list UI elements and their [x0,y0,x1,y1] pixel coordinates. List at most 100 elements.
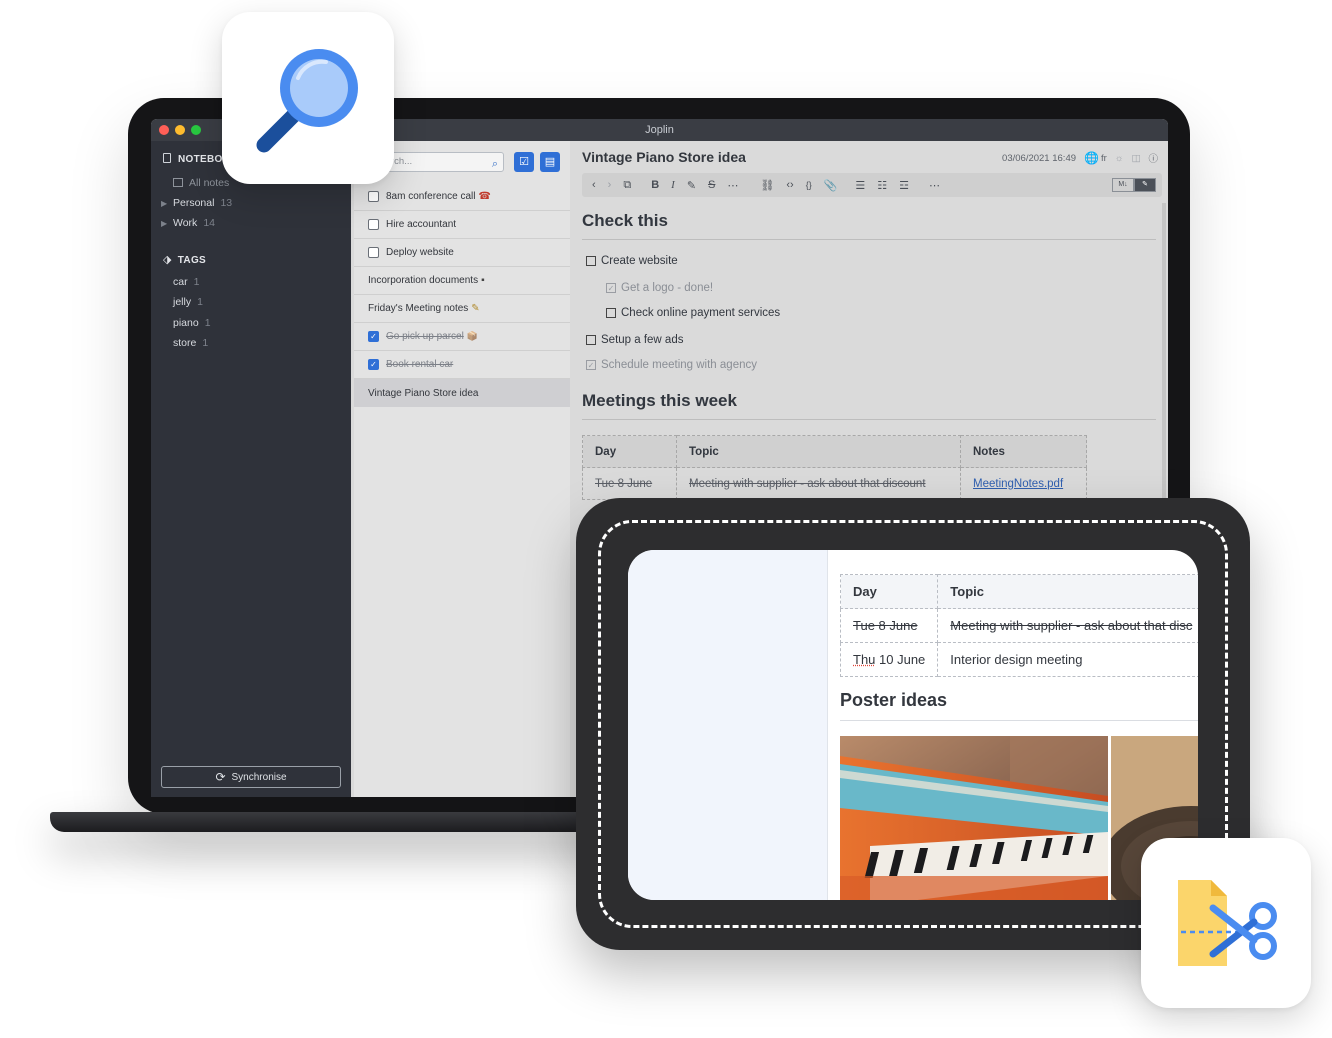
list-item-selected[interactable]: Vintage Piano Store idea [354,379,570,407]
new-todo-button[interactable]: ☑ [514,152,534,172]
tag-label: piano [173,317,199,329]
note-title: Go pick up parcel [386,331,464,342]
note-icon: ▤ [544,156,556,168]
alarm-icon[interactable]: ☼ [1115,153,1124,164]
todo-checkbox-checked[interactable]: ✓ [368,331,379,342]
checklist-icon[interactable]: ☲ [899,179,909,192]
highlight-icon[interactable]: ✎ [687,179,696,192]
code-icon[interactable]: ‹› [786,179,793,191]
web-clipper-scissors-icon [1178,880,1277,966]
task-checkbox-checked[interactable]: ✓ [586,360,596,370]
task-label: Setup a few ads [601,334,684,346]
note-title: Book rental car [386,359,454,370]
attachment-link[interactable]: MeetingNotes.pdf [973,478,1063,490]
table-header: Topic [676,435,961,468]
notebooks-header[interactable]: NOTEBO [163,153,223,165]
todo-checkbox[interactable] [368,247,379,258]
table-cell: Meeting with supplier - ask about that d… [676,467,961,500]
list-item[interactable]: ✓ Book rental car [354,351,570,379]
sidebar-item-tag-store[interactable]: store 1 [173,337,208,349]
edit-icon: ✎ [1142,181,1148,188]
layout-icon[interactable]: ◫ [1132,153,1141,164]
task-label: Get a logo - done! [621,282,714,294]
task-item[interactable]: Check online payment services [606,307,780,319]
notebook-count: 13 [220,197,233,209]
notebooks-header-label: NOTEBO [178,154,223,165]
todo-checkbox[interactable] [368,191,379,202]
chevron-right-icon[interactable]: ▶ [161,219,167,228]
markdown-toggle[interactable]: M↓ [1112,178,1134,192]
list-item[interactable]: Incorporation documents ▪ [354,267,570,295]
table-cell: Tue 8 June [839,608,939,643]
pencil-icon: ✎ [471,303,480,314]
list-item[interactable]: ✓ Go pick up parcel 📦 [354,323,570,351]
piano-photo [840,736,1108,900]
close-window-button[interactable] [159,125,169,135]
task-item[interactable]: Create website [586,255,678,267]
heading-poster-ideas: Poster ideas [840,690,948,710]
task-item[interactable]: Setup a few ads [586,334,683,346]
list-item[interactable]: Hire accountant [354,211,570,239]
more-icon[interactable]: ⋯ [727,179,738,192]
list-item[interactable]: Deploy website [354,239,570,267]
tag-label: jelly [173,296,192,308]
italic-icon[interactable]: I [671,179,675,191]
numbered-list-icon[interactable]: ☷ [877,179,887,192]
sidebar-item-tag-piano[interactable]: piano 1 [173,317,211,329]
search-icon[interactable]: ⌕ [492,155,498,173]
bold-icon[interactable]: B [651,179,659,191]
sidebar-item-all-notes[interactable]: All notes [173,177,229,189]
sidebar-item-work[interactable]: Work 14 [173,217,215,229]
chevron-right-icon[interactable]: ▶ [161,199,167,208]
table-header-row: Day Topic Notes [582,435,1087,468]
list-item[interactable]: 8am conference call ☎ [354,183,570,211]
task-checkbox[interactable] [606,308,616,318]
sidebar-item-tag-car[interactable]: car 1 [173,276,199,288]
note-title: Incorporation documents [368,275,479,286]
task-checkbox-checked[interactable]: ✓ [606,283,616,293]
todo-checkbox[interactable] [368,219,379,230]
zoom-window-button[interactable] [191,125,201,135]
note-title[interactable]: Vintage Piano Store idea [582,149,746,165]
list-item[interactable]: Friday's Meeting notes ✎ [354,295,570,323]
table-row: Thu 10 June Interior design meeting [839,642,1198,677]
notebook-label: Personal [173,197,215,209]
attachment-icon[interactable]: 📎 [824,179,838,192]
globe-icon[interactable]: 🌐 [1084,151,1099,165]
language-label[interactable]: fr [1101,153,1107,164]
link-icon[interactable]: ⛓ [760,179,774,192]
task-checkbox[interactable] [586,335,596,345]
code-block-icon[interactable]: {} [806,180,812,190]
task-item[interactable]: ✓ Schedule meeting with agency [586,359,757,371]
heading-check-this: Check this [582,211,668,230]
more-icon[interactable]: ⋯ [929,179,940,192]
table-row: Tue 8 June Meeting with supplier - ask a… [582,467,1087,500]
tag-count: 1 [193,276,200,288]
heading-meetings: Meetings this week [582,391,737,410]
synchronise-label: Synchronise [231,771,287,783]
sidebar-item-tag-jelly[interactable]: jelly 1 [173,296,203,308]
strikethrough-icon[interactable]: S [708,179,715,191]
table-cell: Interior design meeting [937,642,1198,677]
task-checkbox[interactable] [586,256,596,266]
sync-icon: ⟳ [215,770,226,784]
todo-checkbox-checked[interactable]: ✓ [368,359,379,370]
synchronise-button[interactable]: ⟳ Synchronise [161,766,341,788]
bullet-list-icon[interactable]: ☰ [855,179,865,192]
tag-count: 1 [204,317,211,329]
info-icon[interactable]: ⓘ [1148,151,1158,165]
note-title: 8am conference call [386,191,476,202]
tags-header[interactable]: ⬗ TAGS [163,253,206,266]
day-word: Thu [853,652,876,667]
external-edit-icon[interactable]: ⧉ [623,179,631,192]
divider [582,419,1156,420]
new-note-button[interactable]: ▤ [540,152,560,172]
sidebar-item-personal[interactable]: Personal 13 [173,197,232,209]
piano-image [840,736,1108,900]
minimize-window-button[interactable] [175,125,185,135]
forward-icon[interactable]: › [608,179,612,191]
task-item[interactable]: ✓ Get a logo - done! [606,282,713,294]
note-title: Friday's Meeting notes [368,303,469,314]
rich-text-toggle[interactable]: ✎ [1134,178,1156,192]
back-icon[interactable]: ‹ [592,179,596,191]
